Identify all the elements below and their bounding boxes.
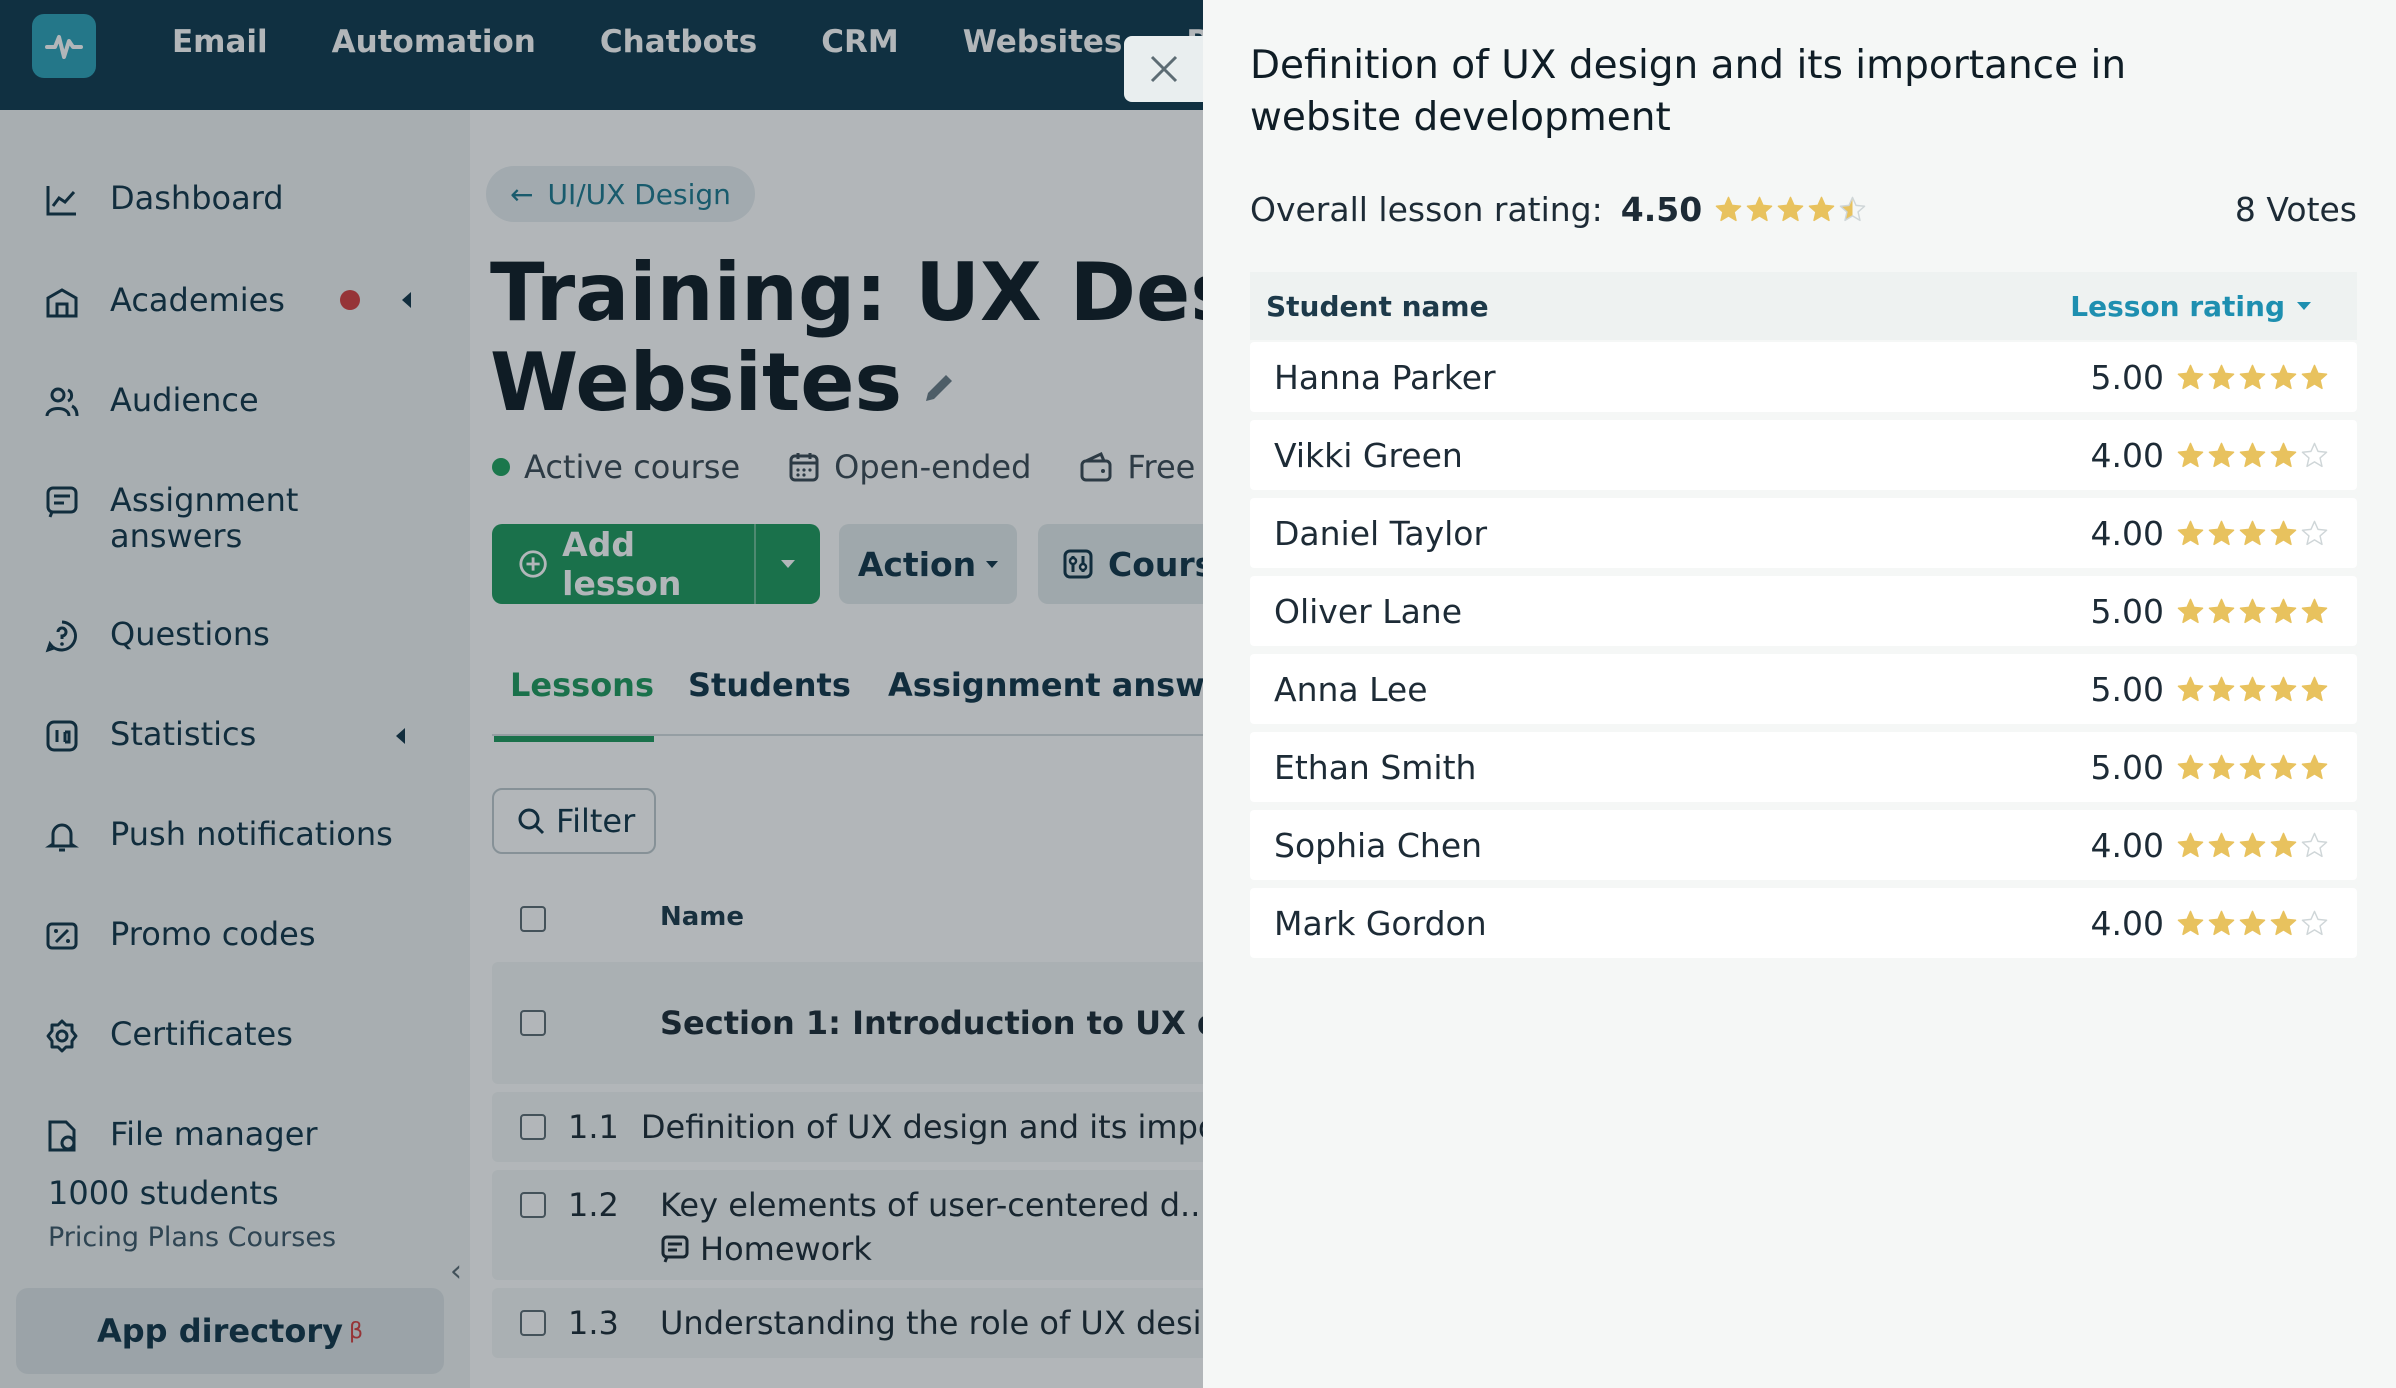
star-icon [2239,910,2266,935]
star-icon [2208,676,2235,701]
student-rating-value: 5.00 [2090,669,2164,709]
student-rating-value: 4.00 [2090,903,2164,943]
star-icon [2208,754,2235,779]
star-icon [2208,364,2235,389]
star-icon [2177,832,2204,857]
student-rating-stars [2176,363,2329,392]
overall-rating: Overall lesson rating: 4.50 8 Votes [1250,186,2357,232]
student-rating: 4.00 [2091,826,2329,865]
student-rating: 4.00 [2091,904,2329,943]
star-icon [2301,676,2328,701]
star-icon [2270,442,2297,467]
star-icon [2270,910,2297,935]
star-icon [2208,520,2235,545]
star-icon [2177,442,2204,467]
star-icon [2270,598,2297,623]
student-rating-stars [2176,675,2329,704]
student-rating-stars [2176,753,2329,782]
star-icon [2270,754,2297,779]
student-name: Vikki Green [1274,435,1463,475]
student-rating-value: 5.00 [2090,591,2164,631]
student-name: Ethan Smith [1274,747,1477,787]
star-icon [2301,364,2328,389]
student-rating-stars [2176,441,2329,470]
star-icon [2270,520,2297,545]
student-rating-value: 5.00 [2090,747,2164,787]
star-icon [2270,832,2297,857]
star-icon [2301,442,2328,467]
star-icon [2301,520,2328,545]
star-icon [2208,598,2235,623]
student-name: Hanna Parker [1274,357,1496,397]
star-icon [1777,196,1804,221]
student-rating-row[interactable]: Hanna Parker 5.00 [1250,342,2357,412]
student-rating: 5.00 [2091,748,2329,787]
student-rating-stars [2176,831,2329,860]
student-rating-stars [2176,597,2329,626]
close-icon [1150,55,1178,83]
close-panel-button[interactable] [1124,36,1204,102]
student-rating-row[interactable]: Sophia Chen 4.00 [1250,810,2357,880]
chevron-down-icon [2297,302,2311,310]
student-name: Mark Gordon [1274,903,1487,943]
modal-backdrop[interactable] [0,0,1203,1388]
star-icon [2239,520,2266,545]
lesson-rating-panel: Definition of UX design and its importan… [1203,0,2396,1388]
student-rating: 5.00 [2091,592,2329,631]
student-rating-value: 5.00 [2090,357,2164,397]
student-name: Anna Lee [1274,669,1428,709]
overall-rating-stars [1714,195,1867,224]
student-rating-row[interactable]: Oliver Lane 5.00 [1250,576,2357,646]
student-rating-row[interactable]: Vikki Green 4.00 [1250,420,2357,490]
star-icon [1715,196,1742,221]
student-rating: 5.00 [2091,670,2329,709]
star-icon [2208,832,2235,857]
student-rating-row[interactable]: Ethan Smith 5.00 [1250,732,2357,802]
star-icon [2270,676,2297,701]
column-header-student-name: Student name [1266,289,1489,323]
student-rating-row[interactable]: Anna Lee 5.00 [1250,654,2357,724]
star-icon [2270,364,2297,389]
star-icon [2239,364,2266,389]
star-icon [2301,910,2328,935]
votes-count: 8 Votes [2234,189,2357,229]
star-icon [2177,754,2204,779]
student-rating-value: 4.00 [2090,825,2164,865]
star-icon [2208,910,2235,935]
star-icon [2301,754,2328,779]
sort-by-lesson-rating[interactable]: Lesson rating [2070,290,2311,323]
student-rating-row[interactable]: Daniel Taylor 4.00 [1250,498,2357,568]
star-icon [2177,598,2204,623]
student-name: Oliver Lane [1274,591,1463,631]
student-rating-stars [2176,519,2329,548]
student-rating-value: 4.00 [2090,435,2164,475]
student-rating: 4.00 [2091,436,2329,475]
star-icon [2208,442,2235,467]
panel-title: Definition of UX design and its importan… [1250,43,2127,140]
student-name: Daniel Taylor [1274,513,1488,553]
star-icon [2239,598,2266,623]
overall-rating-value: 4.50 [1620,189,1703,229]
student-rating: 5.00 [2091,358,2329,397]
student-rating: 4.00 [2091,514,2329,553]
star-icon [2239,754,2266,779]
student-name: Sophia Chen [1274,825,1483,865]
ratings-list-header: Student name Lesson rating [1250,272,2357,340]
star-icon [2177,676,2204,701]
star-icon [2239,676,2266,701]
overall-rating-label: Overall lesson rating: [1250,189,1603,229]
student-rating-stars [2176,909,2329,938]
star-icon [2301,598,2328,623]
star-icon [2239,832,2266,857]
star-icon [2301,832,2328,857]
star-icon [2177,520,2204,545]
star-icon [2239,442,2266,467]
star-icon [1808,196,1835,221]
star-icon [2177,364,2204,389]
student-rating-row[interactable]: Mark Gordon 4.00 [1250,888,2357,958]
star-icon [2177,910,2204,935]
student-rating-value: 4.00 [2090,513,2164,553]
star-icon [1746,196,1773,221]
star-icon [1839,196,1866,221]
